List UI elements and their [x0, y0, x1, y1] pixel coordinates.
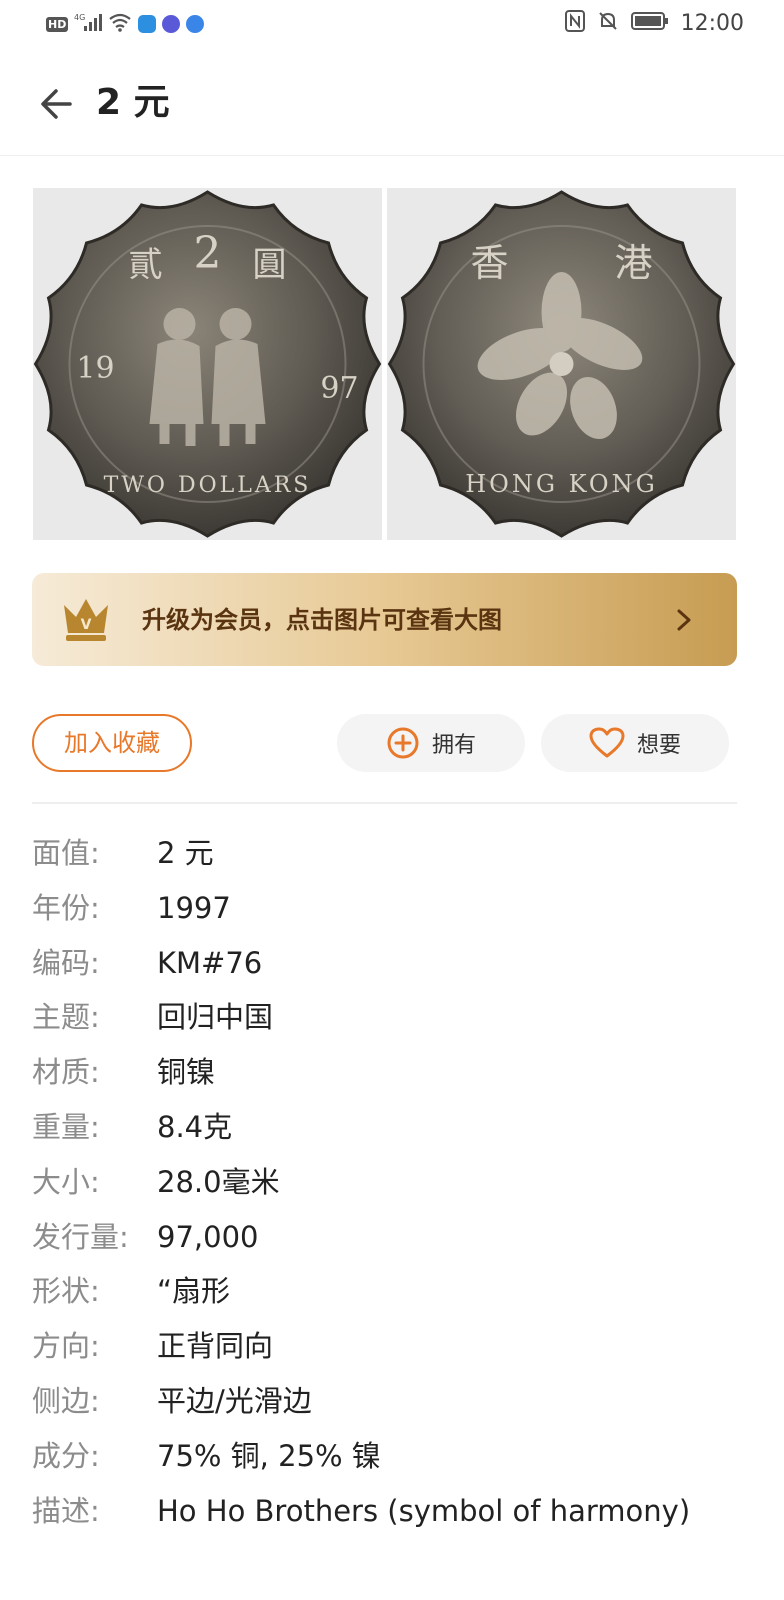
detail-row-composition: 成分: 75% 铜, 25% 镍 [32, 1429, 752, 1484]
status-left: HD 4G [46, 12, 205, 36]
detail-row-size: 大小: 28.0毫米 [32, 1155, 752, 1210]
svg-text:TWO DOLLARS: TWO DOLLARS [104, 473, 312, 498]
back-button[interactable] [32, 80, 80, 128]
svg-text:97: 97 [320, 371, 358, 406]
coin-details-list: 面值: 2 元 年份: 1997 编码: KM#76 主题: 回归中国 材质: … [32, 826, 752, 1538]
detail-value: 正背同向 [157, 1329, 274, 1364]
detail-key: 年份: [32, 890, 100, 925]
detail-value: 1997 [157, 890, 231, 925]
detail-key: 材质: [32, 1055, 100, 1090]
detail-row-mintage: 发行量: 97,000 [32, 1210, 752, 1265]
detail-row-weight: 重量: 8.4克 [32, 1100, 752, 1155]
detail-row-theme: 主题: 回归中国 [32, 990, 752, 1045]
add-to-collection-button[interactable]: 加入收藏 [32, 714, 192, 772]
svg-text:香: 香 [470, 241, 508, 285]
coin-obverse-image[interactable]: 貳 2 圓 19 97 TWO DOLLARS [33, 188, 382, 540]
page-title: 2 元 [96, 82, 170, 123]
detail-value: 平边/光滑边 [157, 1383, 312, 1418]
hd-icon: HD [46, 16, 69, 32]
vip-upgrade-banner[interactable]: V 升级为会员，点击图片可查看大图 [32, 573, 737, 666]
app-header: 2 元 [0, 60, 784, 156]
nfc-icon [564, 10, 585, 36]
detail-key: 侧边: [32, 1383, 100, 1418]
detail-value: 28.0毫米 [157, 1164, 280, 1199]
detail-row-edge: 侧边: 平边/光滑边 [32, 1374, 752, 1429]
coin-reverse-image[interactable]: 香 港 HONG KONG [387, 188, 736, 540]
detail-value: 75% 铜, 25% 镍 [157, 1438, 381, 1473]
detail-row-orientation: 方向: 正背同向 [32, 1319, 752, 1374]
browser-notification-icon [186, 15, 205, 33]
detail-value: 8.4克 [157, 1109, 233, 1144]
detail-row-shape: 形状: “扇形 [32, 1264, 752, 1319]
detail-key: 发行量: [32, 1219, 129, 1254]
detail-row-description: 描述: Ho Ho Brothers (symbol of harmony) [32, 1484, 752, 1539]
detail-key: 形状: [32, 1274, 100, 1309]
clock: 12:00 [680, 10, 744, 36]
detail-value: 2 元 [157, 836, 214, 870]
network-label: 4G [74, 13, 85, 22]
detail-key: 编码: [32, 945, 100, 980]
mute-icon [597, 10, 619, 36]
detail-value: Ho Ho Brothers (symbol of harmony) [157, 1493, 691, 1528]
signal-icon: 4G [74, 12, 103, 36]
vip-banner-text: 升级为会员，点击图片可查看大图 [142, 606, 502, 634]
own-button-label: 拥有 [431, 733, 476, 758]
heart-icon [589, 727, 625, 758]
chevron-right-icon [677, 609, 691, 631]
svg-text:圓: 圓 [253, 245, 287, 285]
wifi-icon [108, 12, 132, 36]
back-arrow-icon [41, 89, 72, 119]
detail-key: 方向: [32, 1329, 100, 1364]
plus-circle-icon [387, 727, 419, 759]
battery-icon [630, 11, 669, 35]
detail-row-year: 年份: 1997 [32, 881, 752, 936]
detail-value: “扇形 [157, 1274, 231, 1309]
music-notification-icon [162, 15, 181, 33]
detail-key: 面值: [32, 836, 100, 870]
detail-key: 主题: [32, 1000, 100, 1035]
detail-value: 97,000 [157, 1219, 259, 1254]
detail-key: 重量: [32, 1109, 100, 1144]
detail-value: 回归中国 [157, 1000, 274, 1035]
detail-row-code: 编码: KM#76 [32, 936, 752, 991]
section-divider [32, 802, 737, 804]
detail-key: 描述: [32, 1493, 100, 1528]
svg-text:貳: 貳 [129, 245, 163, 285]
svg-text:V: V [81, 617, 92, 633]
svg-text:2: 2 [194, 228, 222, 279]
want-button[interactable]: 想要 [541, 714, 729, 772]
want-button-label: 想要 [636, 733, 681, 758]
app-notification-icon [138, 15, 157, 33]
svg-text:19: 19 [76, 351, 114, 386]
svg-text:港: 港 [614, 241, 652, 285]
detail-key: 大小: [32, 1164, 100, 1199]
detail-value: KM#76 [157, 945, 263, 980]
detail-row-denomination: 面值: 2 元 [32, 826, 752, 881]
crown-icon: V [64, 599, 108, 641]
status-right: 12:00 [564, 10, 744, 36]
svg-text:HONG KONG: HONG KONG [465, 470, 658, 498]
detail-row-material: 材质: 铜镍 [32, 1045, 752, 1100]
own-button[interactable]: 拥有 [337, 714, 525, 772]
status-bar: HD 4G 12:00 [0, 0, 784, 50]
detail-value: 铜镍 [157, 1055, 216, 1090]
detail-key: 成分: [32, 1438, 100, 1473]
